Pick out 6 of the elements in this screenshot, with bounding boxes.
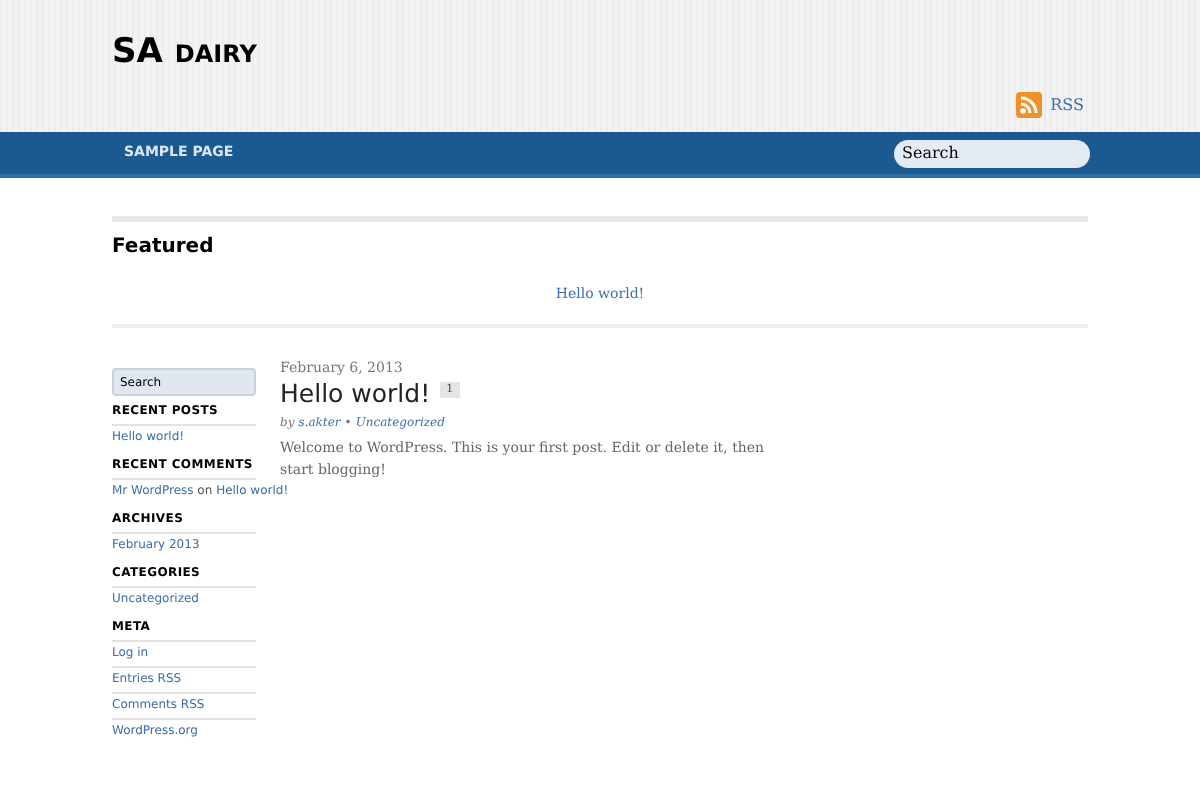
- site-title[interactable]: SA DAIRY: [112, 28, 257, 79]
- search-field[interactable]: Search: [894, 139, 1090, 167]
- section-heading: Featured: [112, 234, 216, 262]
- rss-link[interactable]: RSS: [1050, 93, 1084, 117]
- rss-icon[interactable]: [1016, 92, 1043, 118]
- post-title[interactable]: Hello world!: [280, 378, 431, 410]
